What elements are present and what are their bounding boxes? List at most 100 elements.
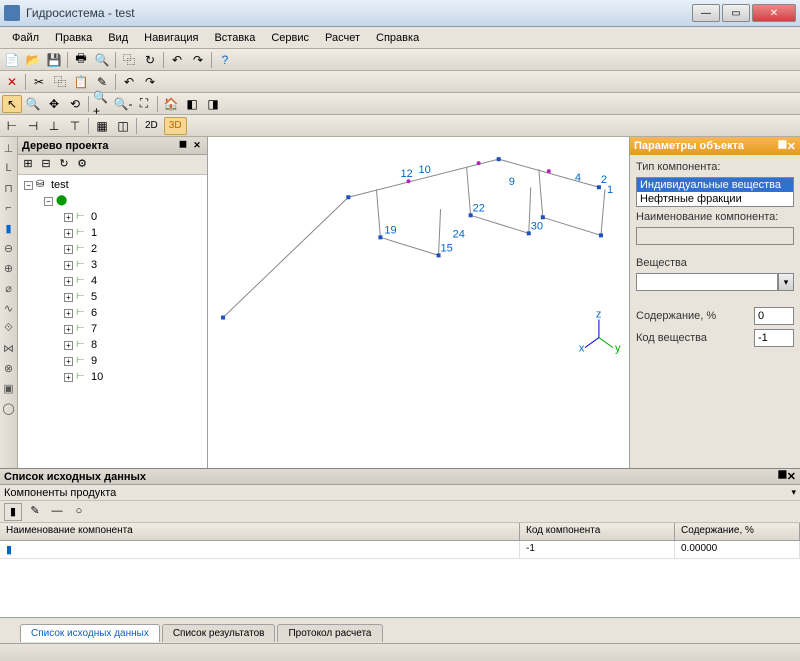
menu-help[interactable]: Справка (368, 30, 427, 46)
copy-icon[interactable]: ⿻ (119, 51, 139, 69)
vt-5-icon[interactable]: ▮ (2, 221, 16, 235)
tree-item[interactable]: +⊢5 (20, 289, 205, 305)
undo2-icon[interactable]: ↶ (119, 73, 139, 91)
expand-icon[interactable]: + (64, 261, 73, 270)
vt-2-icon[interactable]: L (2, 161, 16, 175)
mode3-icon[interactable]: ⊥ (44, 117, 64, 135)
tree-t4-icon[interactable]: ⚙ (74, 157, 90, 173)
vt-14-icon[interactable]: ◯ (2, 401, 16, 415)
tool-a-icon[interactable]: ◧ (182, 95, 202, 113)
undo-icon[interactable]: ↶ (167, 51, 187, 69)
vt-8-icon[interactable]: ⌀ (2, 281, 16, 295)
vt-1-icon[interactable]: ⊥ (2, 141, 16, 155)
subst-input[interactable] (636, 273, 778, 291)
menu-calc[interactable]: Расчет (317, 30, 368, 46)
tree-item[interactable]: +⊢8 (20, 337, 205, 353)
mode1-icon[interactable]: ⊢ (2, 117, 22, 135)
2d-button[interactable]: 2D (140, 117, 163, 135)
tree-item[interactable]: +⊢0 (20, 209, 205, 225)
src-btn4-icon[interactable]: ○ (70, 503, 88, 521)
expand-icon[interactable]: + (64, 213, 73, 222)
tree-t1-icon[interactable]: ⊞ (20, 157, 36, 173)
rotate-icon[interactable]: ⟲ (65, 95, 85, 113)
menu-view[interactable]: Вид (100, 30, 136, 46)
tree-t2-icon[interactable]: ⊟ (38, 157, 54, 173)
cell-code[interactable]: -1 (520, 541, 675, 558)
tree-body[interactable]: − ⛁ test − ⬤ +⊢0+⊢1+⊢2+⊢3+⊢4+⊢5+⊢6+⊢7+⊢8… (18, 175, 207, 468)
expand-icon[interactable]: + (64, 341, 73, 350)
mode4-icon[interactable]: ⊤ (65, 117, 85, 135)
mode2-icon[interactable]: ⊣ (23, 117, 43, 135)
vt-10-icon[interactable]: ⟐ (2, 321, 16, 335)
help-icon[interactable]: ? (215, 51, 235, 69)
minimize-button[interactable]: — (692, 4, 720, 22)
expand-icon[interactable]: + (64, 293, 73, 302)
close-button[interactable]: ✕ (752, 4, 796, 22)
code-input[interactable] (754, 329, 794, 347)
tree-item[interactable]: +⊢10 (20, 369, 205, 385)
expand-icon[interactable]: + (64, 229, 73, 238)
vt-13-icon[interactable]: ▣ (2, 381, 16, 395)
vt-6-icon[interactable]: ⊖ (2, 241, 16, 255)
tab-source[interactable]: Список исходных данных (20, 624, 160, 642)
vt-4-icon[interactable]: ⌐ (2, 201, 16, 215)
save-icon[interactable]: 💾 (44, 51, 64, 69)
grid-row[interactable]: ▮ -1 0.00000 (0, 541, 800, 559)
vt-7-icon[interactable]: ⊕ (2, 261, 16, 275)
props-pin-icon[interactable]: ⯀ (778, 140, 787, 153)
type-option-0[interactable]: Индивидуальные вещества (637, 178, 793, 192)
tree-item[interactable]: +⊢7 (20, 321, 205, 337)
pan-icon[interactable]: ✥ (44, 95, 64, 113)
redo2-icon[interactable]: ↷ (140, 73, 160, 91)
menu-nav[interactable]: Навигация (136, 30, 206, 46)
tree-t3-icon[interactable]: ↻ (56, 157, 72, 173)
zoom-icon[interactable]: 🔍 (23, 95, 43, 113)
tree-item[interactable]: +⊢6 (20, 305, 205, 321)
pin-icon[interactable]: ⯀ (177, 140, 189, 152)
box-icon[interactable]: ◫ (113, 117, 133, 135)
cell-content[interactable]: 0.00000 (675, 541, 800, 558)
dropdown-icon[interactable]: ▾ (791, 487, 796, 498)
select-icon[interactable]: ↖ (2, 95, 22, 113)
menu-edit[interactable]: Правка (47, 30, 100, 46)
expand-icon[interactable]: + (64, 357, 73, 366)
zoomout-icon[interactable]: 🔍- (113, 95, 133, 113)
maximize-button[interactable]: ▭ (722, 4, 750, 22)
tree-item[interactable]: +⊢2 (20, 241, 205, 257)
3d-button[interactable]: 3D (164, 117, 187, 135)
open-icon[interactable]: 📂 (23, 51, 43, 69)
src-close-icon[interactable]: ✕ (787, 470, 796, 483)
zoomin-icon[interactable]: 🔍+ (92, 95, 112, 113)
vt-3-icon[interactable]: ⊓ (2, 181, 16, 195)
tree-root[interactable]: − ⛁ test (20, 177, 205, 193)
home-icon[interactable]: 🏠 (161, 95, 181, 113)
src-btn1-icon[interactable]: ▮ (4, 503, 22, 521)
type-option-1[interactable]: Нефтяные фракции (637, 192, 793, 206)
type-listbox[interactable]: Индивидуальные вещества Нефтяные фракции (636, 177, 794, 207)
menu-service[interactable]: Сервис (263, 30, 317, 46)
subst-combo[interactable]: ▾ (636, 273, 794, 291)
col-content[interactable]: Содержание, % (675, 523, 800, 540)
collapse-icon[interactable]: − (44, 197, 53, 206)
tree-item[interactable]: +⊢4 (20, 273, 205, 289)
source-subtitle[interactable]: Компоненты продукта ▾ (0, 485, 800, 501)
print-icon[interactable]: 🖶 (71, 51, 91, 69)
vt-12-icon[interactable]: ⊗ (2, 361, 16, 375)
expand-icon[interactable]: + (64, 373, 73, 382)
vt-9-icon[interactable]: ∿ (2, 301, 16, 315)
src-btn3-icon[interactable]: — (48, 503, 66, 521)
menu-insert[interactable]: Вставка (206, 30, 263, 46)
copy2-icon[interactable]: ⿻ (50, 73, 70, 91)
redo-icon[interactable]: ↷ (188, 51, 208, 69)
content-input[interactable] (754, 307, 794, 325)
preview-icon[interactable]: 🔍 (92, 51, 112, 69)
src-btn2-icon[interactable]: ✎ (26, 503, 44, 521)
expand-icon[interactable]: + (64, 277, 73, 286)
new-icon[interactable]: 📄 (2, 51, 22, 69)
tool-b-icon[interactable]: ◨ (203, 95, 223, 113)
cell-name[interactable]: ▮ (0, 541, 520, 558)
tree-group[interactable]: − ⬤ (20, 193, 205, 209)
3d-viewport[interactable]: 1210 191524 22309 421 zxy (208, 137, 630, 468)
refresh-icon[interactable]: ↻ (140, 51, 160, 69)
tree-item[interactable]: +⊢3 (20, 257, 205, 273)
